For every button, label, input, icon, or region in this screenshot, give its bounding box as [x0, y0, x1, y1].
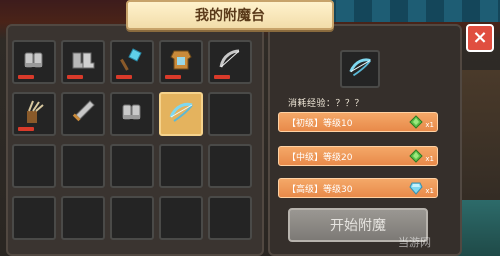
inventory-slot[interactable]	[61, 92, 105, 136]
inventory-slot[interactable]	[159, 40, 203, 84]
preview-slot	[340, 50, 380, 88]
title-banner: 我的附魔台	[126, 0, 334, 30]
inventory-slot[interactable]	[110, 196, 154, 240]
inventory-slot[interactable]	[61, 196, 105, 240]
chestplate-icon	[166, 45, 196, 79]
durability-bar	[116, 75, 132, 79]
inventory-slot[interactable]	[12, 196, 56, 240]
gauntlet-icon	[117, 97, 147, 131]
inventory-slot[interactable]	[12, 144, 56, 188]
option-basic-qty: x1	[425, 121, 434, 129]
page-title: 我的附魔台	[195, 8, 265, 24]
durability-bar	[214, 75, 230, 79]
option-advanced-qty: x1	[425, 187, 434, 195]
option-advanced[interactable]: 【高级】等级30 x1	[278, 178, 438, 198]
inventory-slot[interactable]	[110, 92, 154, 136]
shovel-icon	[117, 45, 147, 79]
diamond-icon	[409, 181, 423, 195]
option-basic[interactable]: 【初级】等级10 x1	[278, 112, 438, 132]
green-gem-icon	[409, 115, 423, 129]
green-gem-icon	[409, 149, 423, 163]
option-advanced-label: 【高级】等级30	[287, 184, 353, 195]
crossbow-icon	[346, 53, 374, 85]
durability-bar	[165, 75, 181, 79]
sword-icon	[68, 97, 98, 131]
inventory-slot[interactable]	[110, 144, 154, 188]
inventory-slot[interactable]	[208, 92, 252, 136]
inventory-slot[interactable]	[61, 40, 105, 84]
crossbow-icon	[166, 97, 196, 131]
inventory-slot[interactable]	[61, 144, 105, 188]
inventory-slot[interactable]	[159, 196, 203, 240]
option-intermediate-qty: x1	[425, 155, 434, 163]
option-basic-label: 【初级】等级10	[287, 118, 353, 129]
inventory-grid	[12, 40, 252, 240]
inventory-slot[interactable]	[208, 40, 252, 84]
exp-cost-label: 消耗经验：？？？	[288, 99, 365, 109]
durability-bar	[67, 75, 83, 79]
boots-icon	[68, 45, 98, 79]
arrows-icon	[19, 97, 49, 131]
inventory-slot[interactable]	[12, 92, 56, 136]
durability-bar	[18, 75, 34, 79]
durability-bar	[18, 127, 34, 131]
inventory-slot[interactable]	[110, 40, 154, 84]
inventory-slot[interactable]	[12, 40, 56, 84]
inventory-slot[interactable]	[208, 144, 252, 188]
inventory-slot[interactable]	[208, 196, 252, 240]
inventory-slot[interactable]	[159, 92, 203, 136]
option-intermediate[interactable]: 【中级】等级20 x1	[278, 146, 438, 166]
inventory-slot[interactable]	[159, 144, 203, 188]
option-intermediate-label: 【中级】等级20	[287, 152, 353, 163]
bow-icon	[215, 45, 245, 79]
gauntlet-icon	[19, 45, 49, 79]
close-button[interactable]: ×	[466, 24, 494, 52]
watermark: 当游网	[398, 236, 431, 249]
